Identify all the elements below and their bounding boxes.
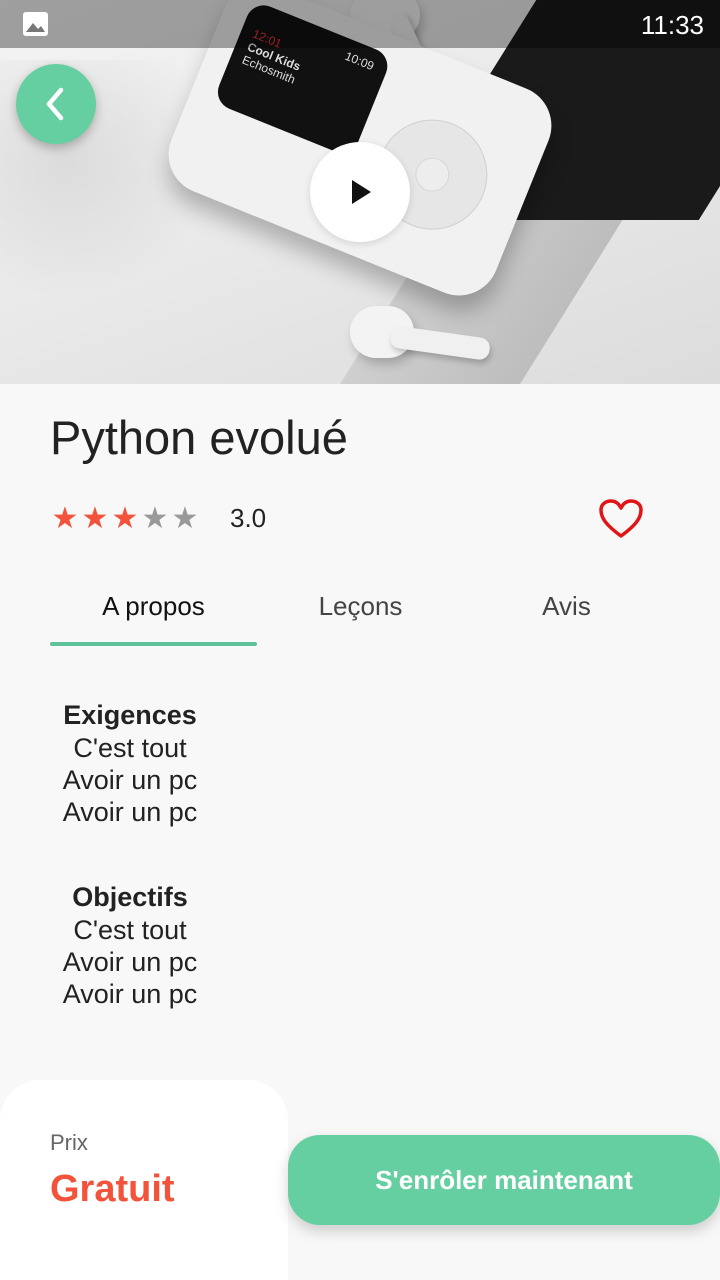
enroll-now-button[interactable]: S'enrôler maintenant	[288, 1135, 720, 1225]
list-item: Avoir un pc	[62, 765, 198, 795]
list-item: Avoir un pc	[62, 947, 198, 977]
chevron-left-icon	[46, 87, 64, 121]
objectives-section: Objectifs C'est tout Avoir un pc Avoir u…	[50, 880, 210, 1010]
active-tab-indicator	[50, 642, 257, 646]
play-icon	[352, 180, 371, 204]
play-video-button[interactable]	[310, 142, 410, 242]
back-button[interactable]	[16, 64, 96, 144]
star-icon: ★	[141, 502, 169, 535]
requirements-section: Exigences C'est tout Avoir un pc Avoir u…	[50, 698, 210, 828]
tab-about[interactable]: A propos	[50, 580, 257, 634]
list-item: Avoir un pc	[62, 797, 198, 827]
favorite-heart-icon[interactable]	[598, 498, 644, 540]
earbud-bottom	[350, 306, 492, 361]
price-label: Prix	[50, 1130, 88, 1155]
star-icon: ★	[81, 502, 109, 535]
requirements-heading: Exigences	[63, 700, 197, 730]
list-item: C'est tout	[73, 733, 187, 763]
star-icon: ★	[111, 502, 139, 535]
objectives-heading: Objectifs	[72, 882, 188, 912]
status-time: 11:33	[640, 10, 704, 40]
price-value: Gratuit	[50, 1168, 175, 1210]
course-title: Python evolué	[50, 411, 348, 464]
rating-value: 3.0	[230, 503, 267, 533]
list-item: Avoir un pc	[62, 979, 198, 1009]
star-icon: ★	[171, 502, 199, 535]
star-icon: ★	[51, 502, 79, 535]
tab-reviews[interactable]: Avis	[463, 580, 670, 634]
list-item: C'est tout	[73, 915, 187, 945]
tab-lessons[interactable]: Leçons	[257, 580, 464, 634]
status-bar: 11:33	[0, 0, 720, 48]
rating-stars: ★ ★ ★ ★ ★	[50, 503, 200, 535]
image-icon	[23, 12, 48, 36]
course-tabs: A propos Leçons Avis	[50, 580, 670, 650]
